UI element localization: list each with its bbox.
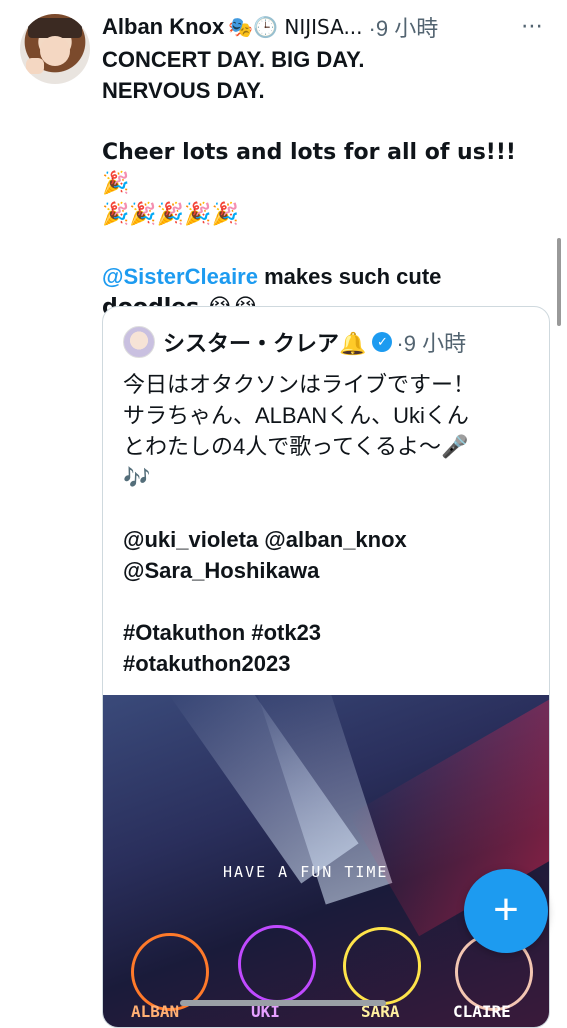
chibi-uki: [238, 925, 316, 1003]
avatar-face: [40, 36, 70, 66]
home-indicator[interactable]: [180, 1000, 386, 1006]
scrollbar[interactable]: [557, 238, 561, 326]
quote-hashtags[interactable]: #otakuthon2023: [123, 648, 527, 679]
quote-author-avatar[interactable]: [123, 326, 155, 358]
tweet-line: CONCERT DAY. BIG DAY.: [102, 47, 365, 72]
quote-line: 🎶: [123, 465, 151, 490]
quote-line: 今日はオタクソンはライブですー！: [123, 372, 476, 397]
tweet-time[interactable]: ·9 小時: [369, 11, 439, 43]
tweet-line: NERVOUS DAY.: [102, 78, 265, 103]
quote-time[interactable]: ·9 小時: [396, 326, 466, 358]
quote-mentions[interactable]: @uki_violeta @alban_knox: [123, 524, 527, 555]
concert-image[interactable]: HAVE A FUN TIME ALBAN UKI SARA CLAIRE: [103, 695, 549, 1027]
tweet-line: 🎉🎉🎉🎉🎉: [102, 202, 239, 227]
quote-line: とわたしの4人で歌ってくるよ～🎤: [123, 434, 469, 459]
tweet-line: @SisterCleaire makes such cute: [102, 264, 442, 289]
name-claire: CLAIRE: [453, 1002, 511, 1021]
quote-hashtags[interactable]: #Otakuthon #otk23: [123, 617, 527, 648]
avatar-hand: [26, 58, 44, 74]
more-options-icon[interactable]: ⋯: [517, 12, 547, 42]
verified-badge-icon: ✓: [372, 332, 393, 352]
banner-text: HAVE A FUN TIME: [223, 863, 389, 881]
chibi-sara: [343, 927, 421, 1005]
tweet-header: Alban Knox 🎭🕒 NIJISA... ·9 小時 ⋯: [102, 12, 547, 42]
quote-line: サラちゃん、ALBANくん、Ukiくん: [123, 403, 469, 428]
quote-body: 今日はオタクソンはライブですー！ サラちゃん、ALBANくん、Ukiくん とわた…: [123, 369, 527, 679]
quote-author-name[interactable]: シスター・クレア🔔: [163, 326, 366, 358]
tweet-line: Cheer lots and lots for all of us!!! 🎉: [102, 140, 516, 196]
tweet-body: CONCERT DAY. BIG DAY. NERVOUS DAY. Cheer…: [102, 44, 532, 323]
compose-plus-icon[interactable]: +: [464, 869, 548, 953]
quote-header: シスター・クレア🔔 ✓ ·9 小時: [123, 326, 466, 358]
quote-mentions[interactable]: @Sara_Hoshikawa: [123, 555, 527, 586]
mention-link[interactable]: @SisterCleaire: [102, 264, 258, 289]
author-avatar[interactable]: [20, 14, 90, 84]
author-name[interactable]: Alban Knox: [102, 14, 224, 40]
avatar-hat: [28, 18, 82, 38]
author-name-suffix[interactable]: 🎭🕒 NIJISA...: [228, 15, 362, 39]
name-alban: ALBAN: [131, 1002, 180, 1021]
